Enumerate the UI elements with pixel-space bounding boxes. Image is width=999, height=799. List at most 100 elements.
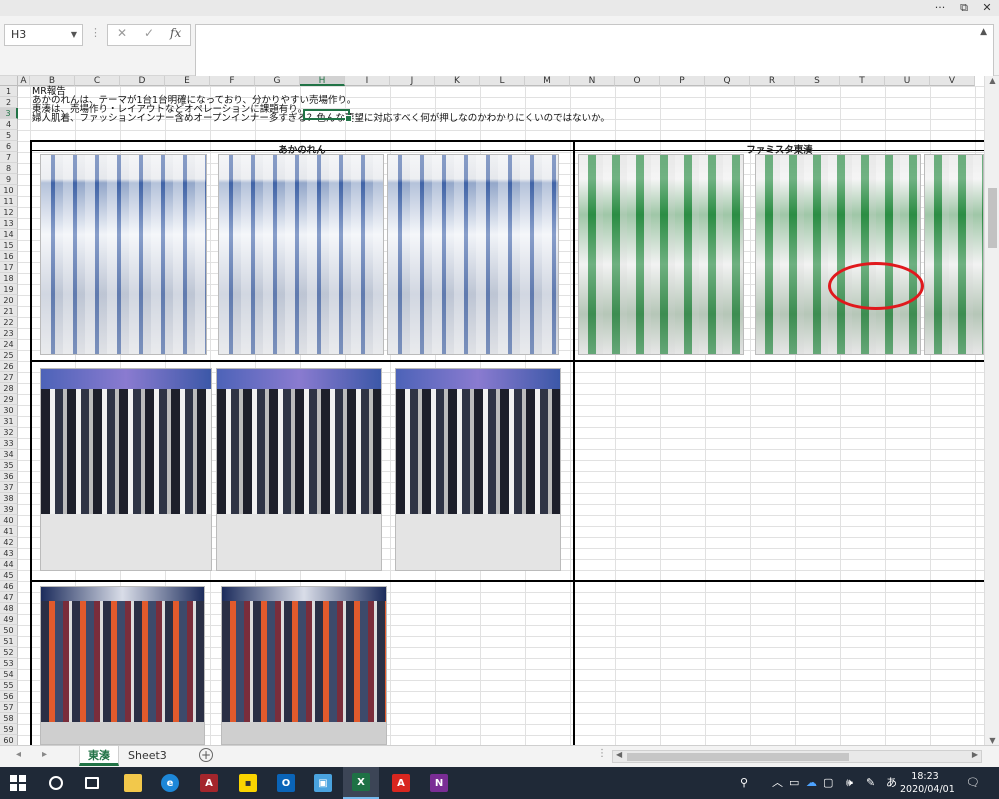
column-header-v[interactable]: V bbox=[930, 76, 975, 86]
row-header-26[interactable]: 26 bbox=[0, 361, 18, 372]
chevron-down-icon[interactable]: ▼ bbox=[71, 25, 77, 45]
row-header-21[interactable]: 21 bbox=[0, 306, 18, 317]
row-header-9[interactable]: 9 bbox=[0, 174, 18, 185]
row-header-52[interactable]: 52 bbox=[0, 647, 18, 658]
action-center-icon[interactable]: 🗨 bbox=[966, 767, 980, 799]
row-header-1[interactable]: 1 bbox=[0, 86, 18, 97]
column-header-u[interactable]: U bbox=[885, 76, 930, 86]
row-header-43[interactable]: 43 bbox=[0, 548, 18, 559]
cancel-icon[interactable]: ✕ bbox=[117, 26, 127, 40]
store-photo-2[interactable] bbox=[218, 154, 384, 355]
add-sheet-button[interactable]: + bbox=[199, 748, 213, 762]
row-header-34[interactable]: 34 bbox=[0, 449, 18, 460]
row-header-10[interactable]: 10 bbox=[0, 185, 18, 196]
row-header-15[interactable]: 15 bbox=[0, 240, 18, 251]
row-header-17[interactable]: 17 bbox=[0, 262, 18, 273]
row-header-27[interactable]: 27 bbox=[0, 372, 18, 383]
row-header-7[interactable]: 7 bbox=[0, 152, 18, 163]
prev-sheet-icon[interactable]: ◂ bbox=[16, 749, 21, 760]
column-header-h[interactable]: H bbox=[300, 76, 345, 86]
row-header-49[interactable]: 49 bbox=[0, 614, 18, 625]
row-header-13[interactable]: 13 bbox=[0, 218, 18, 229]
row-header-41[interactable]: 41 bbox=[0, 526, 18, 537]
row-header-56[interactable]: 56 bbox=[0, 691, 18, 702]
column-header-i[interactable]: I bbox=[345, 76, 390, 86]
column-header-s[interactable]: S bbox=[795, 76, 840, 86]
more-options-icon[interactable]: ··· bbox=[928, 0, 952, 16]
row-header-28[interactable]: 28 bbox=[0, 383, 18, 394]
row-header-20[interactable]: 20 bbox=[0, 295, 18, 306]
store-photo-9[interactable] bbox=[395, 368, 561, 571]
people-icon[interactable]: ⚲ bbox=[740, 767, 748, 799]
row-header-22[interactable]: 22 bbox=[0, 317, 18, 328]
search-button[interactable] bbox=[38, 767, 74, 799]
column-header-o[interactable]: O bbox=[615, 76, 660, 86]
row-header-30[interactable]: 30 bbox=[0, 405, 18, 416]
edge-button[interactable]: e bbox=[152, 767, 188, 799]
row-header-8[interactable]: 8 bbox=[0, 163, 18, 174]
row-header-6[interactable]: 6 bbox=[0, 141, 18, 152]
row-header-54[interactable]: 54 bbox=[0, 669, 18, 680]
row-header-36[interactable]: 36 bbox=[0, 471, 18, 482]
worksheet-grid[interactable]: ABCDEFGHIJKLMNOPQRSTUV 1 2 3 4 5 6 7 8 9 10 11 12 13… bbox=[0, 76, 984, 745]
row-header-55[interactable]: 55 bbox=[0, 680, 18, 691]
show-hidden-icons-icon[interactable]: ︿ bbox=[772, 767, 783, 799]
row-header-23[interactable]: 23 bbox=[0, 328, 18, 339]
row-header-51[interactable]: 51 bbox=[0, 636, 18, 647]
row-header-60[interactable]: 60 bbox=[0, 735, 18, 745]
ime-indicator[interactable]: あ bbox=[886, 767, 897, 799]
row-header-5[interactable]: 5 bbox=[0, 130, 18, 141]
row-header-29[interactable]: 29 bbox=[0, 394, 18, 405]
acrobat-button[interactable]: A bbox=[383, 767, 419, 799]
start-button[interactable] bbox=[0, 767, 36, 799]
scroll-right-icon[interactable]: ▶ bbox=[972, 750, 978, 759]
scroll-down-icon[interactable]: ▼ bbox=[985, 736, 999, 745]
row-header-19[interactable]: 19 bbox=[0, 284, 18, 295]
row-header-42[interactable]: 42 bbox=[0, 537, 18, 548]
row-header-25[interactable]: 25 bbox=[0, 350, 18, 361]
tab-splitter-icon[interactable]: ⋮ bbox=[597, 748, 607, 759]
vertical-scroll-thumb[interactable] bbox=[988, 188, 997, 248]
close-icon[interactable]: ✕ bbox=[975, 0, 999, 16]
store-photo-10[interactable] bbox=[40, 586, 205, 745]
row-header-33[interactable]: 33 bbox=[0, 438, 18, 449]
store-photo-11[interactable] bbox=[221, 586, 387, 745]
row-header-16[interactable]: 16 bbox=[0, 251, 18, 262]
column-header-l[interactable]: L bbox=[480, 76, 525, 86]
access-button[interactable]: A bbox=[191, 767, 227, 799]
column-header-k[interactable]: K bbox=[435, 76, 480, 86]
photos-button[interactable]: ▣ bbox=[305, 767, 341, 799]
column-header-d[interactable]: D bbox=[120, 76, 165, 86]
vertical-scrollbar[interactable]: ▲ ▼ bbox=[984, 76, 999, 745]
row-header-18[interactable]: 18 bbox=[0, 273, 18, 284]
sheet-tab-higashiminato[interactable]: 東湊 bbox=[79, 746, 119, 766]
cell-area[interactable]: MR報告 あかのれんは、テーマが1台1台明確になっており、分かりやすい売場作り。… bbox=[18, 86, 984, 745]
column-header-t[interactable]: T bbox=[840, 76, 885, 86]
store-photo-3[interactable] bbox=[387, 154, 559, 355]
restore-icon[interactable]: ⧉ bbox=[952, 0, 976, 16]
outlook-button[interactable]: O bbox=[268, 767, 304, 799]
store-photo-8[interactable] bbox=[216, 368, 382, 571]
row-header-4[interactable]: 4 bbox=[0, 119, 18, 130]
row-header-50[interactable]: 50 bbox=[0, 625, 18, 636]
row-header-48[interactable]: 48 bbox=[0, 603, 18, 614]
row-header-44[interactable]: 44 bbox=[0, 559, 18, 570]
network-icon[interactable]: ▭ bbox=[789, 767, 799, 799]
row-header-3[interactable]: 3 bbox=[0, 108, 18, 119]
row-header-45[interactable]: 45 bbox=[0, 570, 18, 581]
sticky-notes-button[interactable]: ▪ bbox=[230, 767, 266, 799]
row-header-58[interactable]: 58 bbox=[0, 713, 18, 724]
row-header-2[interactable]: 2 bbox=[0, 97, 18, 108]
store-photo-7[interactable] bbox=[40, 368, 212, 571]
task-view-button[interactable] bbox=[74, 767, 110, 799]
column-header-j[interactable]: J bbox=[390, 76, 435, 86]
sheet-tab-sheet3[interactable]: Sheet3 bbox=[120, 746, 175, 766]
row-header-39[interactable]: 39 bbox=[0, 504, 18, 515]
onedrive-icon[interactable]: ☁ bbox=[806, 767, 817, 799]
row-header-37[interactable]: 37 bbox=[0, 482, 18, 493]
drag-handle-icon[interactable]: ⋮ bbox=[90, 26, 101, 39]
row-header-12[interactable]: 12 bbox=[0, 207, 18, 218]
next-sheet-icon[interactable]: ▸ bbox=[42, 749, 47, 760]
row-header-14[interactable]: 14 bbox=[0, 229, 18, 240]
scroll-left-icon[interactable]: ◀ bbox=[616, 750, 622, 759]
